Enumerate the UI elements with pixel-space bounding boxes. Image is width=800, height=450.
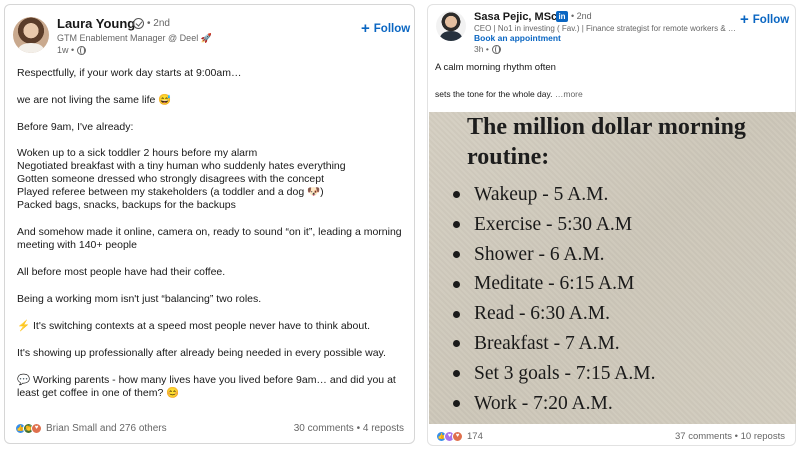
image-title: The million dollar morning routine:	[467, 114, 746, 170]
love-icon: ♥	[31, 422, 42, 434]
social-counts: 👍 ♥ ♥ 174 37 comments • 10 reposts	[428, 427, 795, 445]
routine-item: Meditate - 6:15 A.M	[453, 269, 655, 299]
post-line: Packed bags, snacks, backups for the bac…	[17, 199, 236, 211]
routine-item: Wakeup - 5 A.M.	[453, 180, 655, 210]
post-paragraph: ⚡ It's switching contexts at a speed mos…	[17, 320, 371, 332]
post-text-line: A calm morning rhythm often	[435, 62, 556, 73]
bullet-icon	[453, 370, 460, 378]
post-text: Respectfully, if your work day starts at…	[17, 67, 407, 414]
post-line: Gotten someone dressed who strongly disa…	[17, 173, 325, 185]
post-paragraph: And somehow made it online, camera on, r…	[17, 226, 402, 251]
reposts-count[interactable]: 4 reposts	[363, 423, 404, 434]
post-text-line-2: sets the tone for the whole day.	[435, 89, 553, 99]
routine-item-text: Exercise - 5:30 A.M	[474, 213, 633, 235]
follow-label: Follow	[752, 13, 790, 26]
engagement-counts: 30 comments • 4 reposts	[294, 423, 404, 434]
author-name[interactable]: Laura Young	[57, 16, 135, 31]
plus-icon: +	[740, 11, 749, 28]
routine-item: Set 3 goals - 7:15 A.M.	[453, 359, 655, 389]
post-time: 1w •	[57, 45, 75, 55]
routine-item: Exercise - 5:30 A.M	[453, 210, 655, 240]
reaction-icons[interactable]: 👍 ♥ ♥	[436, 430, 463, 442]
routine-item-text: Meditate - 6:15 A.M	[474, 273, 635, 295]
post-time: 3h •	[474, 44, 489, 54]
routine-item: Shower - 6 A.M.	[453, 240, 655, 270]
routine-item-text: Set 3 goals - 7:15 A.M.	[474, 362, 656, 384]
reposts-count[interactable]: 10 reposts	[741, 431, 785, 442]
post-line: Played referee between my stakeholders (…	[17, 186, 324, 198]
follow-button[interactable]: + Follow	[740, 12, 789, 27]
bullet-icon	[453, 250, 460, 258]
engagement-counts: 37 comments • 10 reposts	[675, 431, 785, 442]
post-text-line: sets the tone for the whole day. …more	[435, 89, 583, 99]
bullet-icon	[453, 399, 460, 407]
bullet-icon	[453, 191, 460, 199]
connection-degree: • 2nd	[147, 18, 170, 29]
bullet-icon	[453, 280, 460, 288]
post-paragraph: Respectfully, if your work day starts at…	[17, 67, 242, 79]
routine-item-text: Read - 6:30 A.M.	[474, 303, 610, 325]
author-avatar[interactable]	[13, 17, 49, 53]
bullet-icon	[453, 340, 460, 348]
post-image-morning-routine[interactable]: The million dollar morning routine: Wake…	[429, 112, 796, 424]
post-line: Negotiated breakfast with a tiny human w…	[17, 160, 346, 172]
routine-item-text: Breakfast - 7 A.M.	[474, 332, 620, 354]
author-name[interactable]: Sasa Pejic, MSc	[474, 11, 557, 23]
post-paragraph: Before 9am, I've already:	[17, 121, 134, 133]
reaction-icons[interactable]: 👍 👏 ♥	[15, 422, 42, 434]
routine-item: Work - 7:20 A.M.	[453, 389, 655, 419]
routine-item: Breakfast - 7 A.M.	[453, 329, 655, 359]
routine-item-text: Wakeup - 5 A.M.	[474, 184, 609, 205]
linkedin-badge-icon: in	[556, 11, 568, 22]
post-timestamp: 1w •	[57, 45, 87, 55]
author-avatar[interactable]	[436, 11, 466, 41]
reaction-names[interactable]: Brian Small and 276 others	[46, 423, 294, 434]
plus-icon: +	[361, 20, 370, 37]
count-separator: •	[734, 430, 738, 442]
routine-item-text: Shower - 6 A.M.	[474, 243, 605, 265]
author-headline: CEO | No1 in investing ( Fav.) | Finance…	[474, 24, 736, 33]
connection-degree: • 2nd	[571, 11, 592, 21]
globe-icon	[77, 45, 87, 55]
author-headline: GTM Enablement Manager @ Deel 🚀	[57, 33, 212, 43]
post-paragraph: we are not living the same life 😅	[17, 94, 172, 106]
routine-list: Wakeup - 5 A.M. Exercise - 5:30 A.M Show…	[453, 180, 655, 418]
post-line: Woken up to a sick toddler 2 hours befor…	[17, 147, 258, 159]
routine-item: Read - 6:30 A.M.	[453, 299, 655, 329]
post-paragraph: It's showing up professionally after alr…	[17, 347, 386, 359]
post-paragraph: Being a working mom isn't just “balancin…	[17, 293, 262, 305]
post-paragraph: All before most people have had their co…	[17, 266, 226, 278]
see-more-link[interactable]: …more	[555, 89, 583, 99]
bullet-icon	[453, 310, 460, 318]
routine-item-text: Work - 7:20 A.M.	[474, 392, 613, 414]
love-icon: ♥	[452, 430, 463, 442]
comments-count[interactable]: 30 comments	[294, 423, 354, 434]
reaction-count[interactable]: 174	[467, 431, 675, 442]
follow-label: Follow	[373, 22, 411, 35]
verified-icon	[133, 18, 144, 29]
count-separator: •	[356, 422, 361, 434]
post-card-sasa-pejic: Sasa Pejic, MSc in • 2nd CEO | No1 in in…	[427, 4, 796, 446]
book-appointment-link[interactable]: Book an appointment	[474, 33, 561, 43]
post-card-laura-young: Laura Young • 2nd GTM Enablement Manager…	[4, 4, 415, 444]
follow-button[interactable]: + Follow	[361, 21, 410, 36]
social-counts: 👍 👏 ♥ Brian Small and 276 others 30 comm…	[5, 417, 414, 439]
globe-icon	[491, 44, 501, 54]
post-paragraph: 💬 Working parents - how many lives have …	[17, 374, 396, 399]
post-timestamp: 3h •	[474, 44, 501, 54]
bullet-icon	[453, 221, 460, 229]
comments-count[interactable]: 37 comments	[675, 431, 732, 442]
